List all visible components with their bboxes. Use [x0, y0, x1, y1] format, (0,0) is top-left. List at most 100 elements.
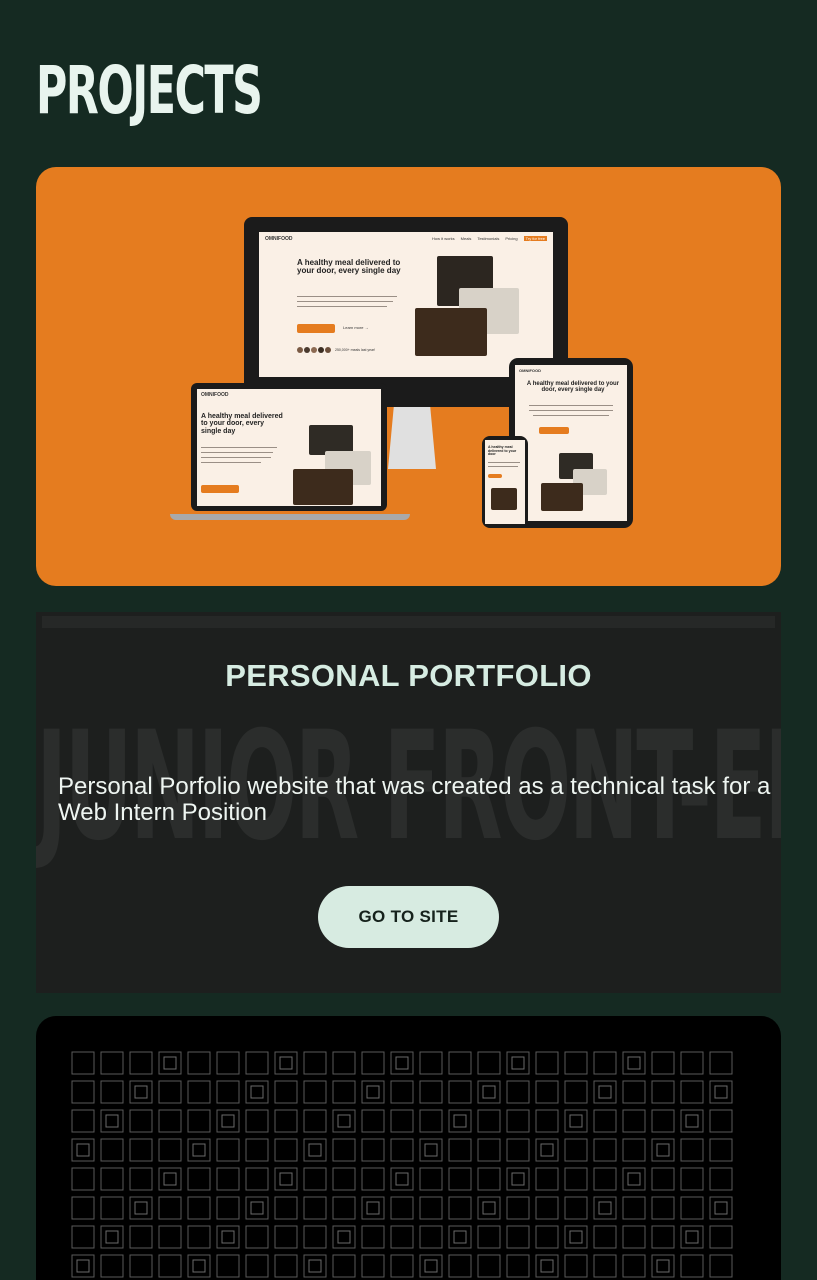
project-card-portfolio[interactable]: JUNIOR FRONT-END DEVELOPER PERSONAL PORT…: [36, 612, 781, 993]
grid-square: [274, 1167, 298, 1191]
laptop-base: [170, 514, 410, 520]
grid-square: [245, 1138, 269, 1162]
grid-square-inner: [656, 1143, 670, 1157]
preview-top-bar: [42, 616, 775, 628]
grid-square: [332, 1225, 356, 1249]
grid-square-inner: [192, 1259, 206, 1273]
grid-square: [477, 1167, 501, 1191]
grid-square: [361, 1254, 385, 1278]
grid-square: [506, 1080, 530, 1104]
grid-square: [129, 1254, 153, 1278]
grid-square: [680, 1196, 704, 1220]
grid-square: [332, 1080, 356, 1104]
grid-square-inner: [627, 1056, 641, 1070]
grid-square-inner: [279, 1172, 293, 1186]
grid-square: [71, 1196, 95, 1220]
grid-square: [303, 1254, 327, 1278]
grid-square-inner: [250, 1085, 264, 1099]
grid-square: [622, 1254, 646, 1278]
laptop-mockup: OMNIFOOD A healthy meal delivered to you…: [191, 383, 387, 511]
grid-square-inner: [395, 1056, 409, 1070]
grid-square: [622, 1080, 646, 1104]
grid-square: [187, 1254, 211, 1278]
grid-square: [709, 1196, 733, 1220]
grid-square: [651, 1196, 675, 1220]
grid-square-inner: [134, 1085, 148, 1099]
grid-square-inner: [569, 1114, 583, 1128]
grid-square: [535, 1167, 559, 1191]
grid-square-inner: [424, 1259, 438, 1273]
grid-square: [245, 1254, 269, 1278]
grid-square-inner: [366, 1085, 380, 1099]
laptop-screen: OMNIFOOD A healthy meal delivered to you…: [197, 389, 381, 506]
grid-square: [129, 1167, 153, 1191]
grid-square: [158, 1138, 182, 1162]
project-card-grid[interactable]: [36, 1016, 781, 1280]
grid-square: [274, 1196, 298, 1220]
grid-square: [361, 1138, 385, 1162]
grid-square: [506, 1109, 530, 1133]
grid-square: [709, 1254, 733, 1278]
grid-square: [651, 1109, 675, 1133]
grid-square: [245, 1051, 269, 1075]
grid-square: [535, 1080, 559, 1104]
grid-square: [709, 1080, 733, 1104]
grid-square-inner: [482, 1201, 496, 1215]
grid-square: [477, 1225, 501, 1249]
grid-square: [216, 1196, 240, 1220]
grid-square: [100, 1138, 124, 1162]
food-photo: [415, 308, 487, 356]
grid-square: [680, 1138, 704, 1162]
grid-square: [593, 1138, 617, 1162]
grid-square: [187, 1051, 211, 1075]
grid-square: [419, 1051, 443, 1075]
go-to-site-button[interactable]: GO TO SITE: [318, 886, 499, 948]
grid-square: [448, 1225, 472, 1249]
grid-square: [274, 1109, 298, 1133]
grid-square: [651, 1167, 675, 1191]
grid-square: [680, 1080, 704, 1104]
grid-square: [390, 1196, 414, 1220]
grid-square: [709, 1109, 733, 1133]
grid-square: [622, 1225, 646, 1249]
grid-square: [71, 1109, 95, 1133]
grid-square: [100, 1051, 124, 1075]
grid-square: [187, 1225, 211, 1249]
grid-square: [477, 1254, 501, 1278]
grid-square: [506, 1225, 530, 1249]
grid-square: [390, 1138, 414, 1162]
grid-square-inner: [366, 1201, 380, 1215]
grid-square: [245, 1109, 269, 1133]
grid-square-inner: [569, 1230, 583, 1244]
grid-square: [245, 1196, 269, 1220]
grid-square-inner: [685, 1114, 699, 1128]
grid-square: [709, 1051, 733, 1075]
grid-square: [245, 1167, 269, 1191]
grid-square-inner: [105, 1230, 119, 1244]
grid-square-inner: [714, 1201, 728, 1215]
grid-square: [593, 1225, 617, 1249]
grid-square: [361, 1080, 385, 1104]
grid-square: [506, 1196, 530, 1220]
grid-square: [390, 1254, 414, 1278]
grid-square-inner: [221, 1114, 235, 1128]
grid-square: [535, 1138, 559, 1162]
grid-square: [593, 1109, 617, 1133]
grid-square: [71, 1080, 95, 1104]
grid-square: [216, 1051, 240, 1075]
grid-square-inner: [685, 1230, 699, 1244]
grid-square: [709, 1138, 733, 1162]
grid-square: [158, 1109, 182, 1133]
project-card-omnifood[interactable]: OMNIFOOD How it works Meals Testimonials…: [36, 167, 781, 586]
grid-square-inner: [511, 1056, 525, 1070]
grid-square: [564, 1254, 588, 1278]
grid-square: [651, 1051, 675, 1075]
grid-square: [216, 1080, 240, 1104]
grid-square: [593, 1080, 617, 1104]
grid-square-inner: [163, 1172, 177, 1186]
grid-square: [622, 1196, 646, 1220]
grid-square: [564, 1196, 588, 1220]
grid-square-inner: [163, 1056, 177, 1070]
grid-square: [303, 1051, 327, 1075]
projects-heading: PROJECTS: [36, 52, 263, 129]
